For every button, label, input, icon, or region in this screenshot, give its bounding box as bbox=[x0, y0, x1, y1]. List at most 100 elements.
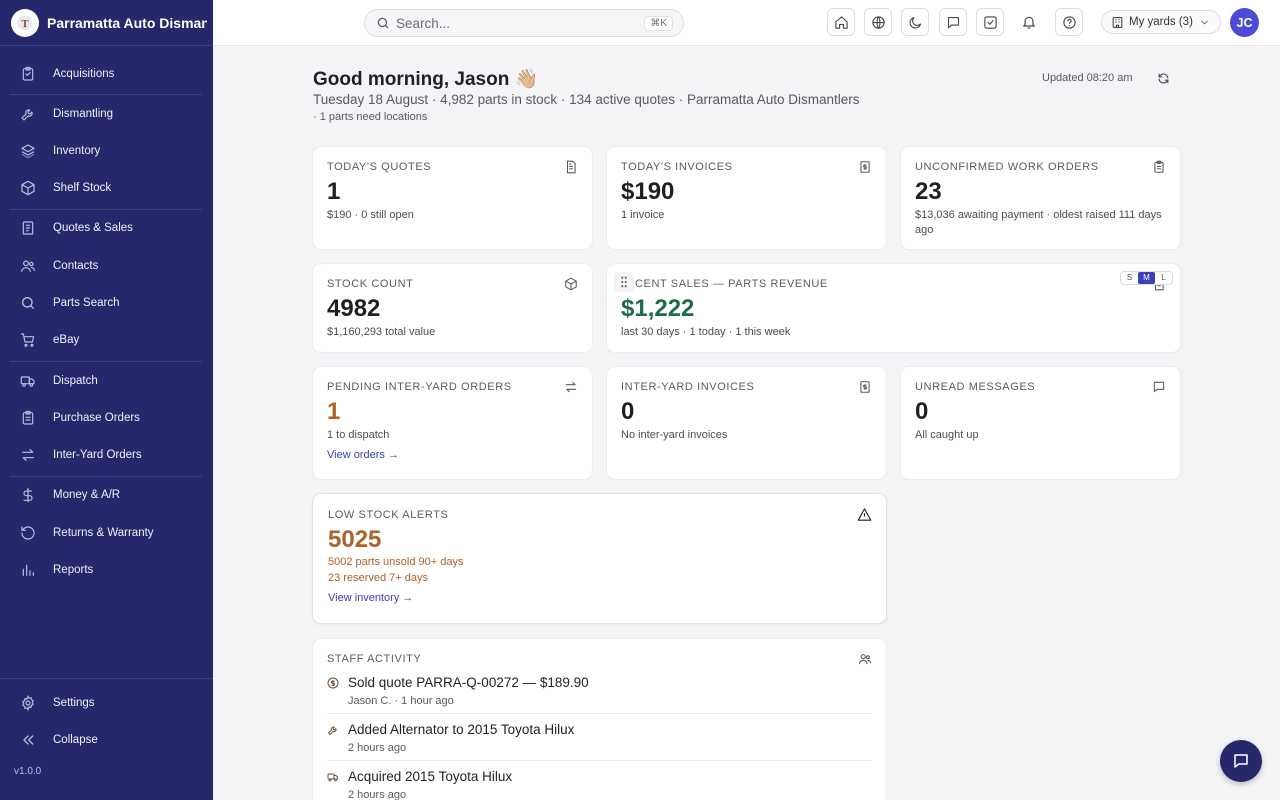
check-square-icon bbox=[983, 15, 998, 30]
sidebar-item-label: Purchase Orders bbox=[53, 412, 140, 424]
sidebar-item-settings[interactable]: Settings bbox=[10, 687, 202, 719]
messages-button[interactable] bbox=[939, 8, 967, 36]
sidebar-item-inventory[interactable]: Inventory bbox=[10, 135, 202, 167]
theme-toggle-button[interactable] bbox=[901, 8, 929, 36]
dollar-icon bbox=[20, 487, 36, 503]
card-size-toggle: S M L bbox=[1120, 271, 1173, 285]
search-input[interactable]: Search... ⌘K bbox=[364, 9, 684, 37]
drag-handle-icon bbox=[619, 276, 629, 288]
sidebar-item-purchase-orders[interactable]: Purchase Orders bbox=[10, 402, 202, 434]
sidebar-item-money-ar[interactable]: Money & A/R bbox=[10, 479, 202, 511]
card-value: 23 bbox=[915, 178, 942, 205]
swap-icon bbox=[564, 380, 578, 394]
list-item[interactable]: Acquired 2015 Toyota Hilux 2 hours ago bbox=[327, 769, 872, 800]
gear-icon bbox=[20, 695, 36, 711]
sidebar-item-label: Inventory bbox=[53, 145, 101, 157]
sidebar-item-quotes-sales[interactable]: Quotes & Sales bbox=[10, 212, 202, 244]
document-icon bbox=[564, 160, 578, 174]
card-inter-yard-invoices[interactable]: INTER-YARD INVOICES 0 No inter-yard invo… bbox=[607, 367, 886, 479]
sidebar-item-parts-search[interactable]: Parts Search bbox=[10, 287, 202, 319]
size-s-button[interactable]: S bbox=[1121, 272, 1138, 284]
bell-icon bbox=[1021, 14, 1037, 30]
card-value: 0 bbox=[915, 398, 929, 425]
receipt-icon bbox=[20, 220, 36, 236]
sidebar-item-returns-warranty[interactable]: Returns & Warranty bbox=[10, 517, 202, 549]
drag-handle[interactable] bbox=[614, 272, 634, 292]
notifications-button[interactable] bbox=[1015, 8, 1043, 36]
card-value: 4982 bbox=[327, 295, 381, 322]
nav-divider bbox=[10, 94, 202, 95]
card-subtext: 1 to dispatch bbox=[327, 429, 390, 441]
card-unread-messages[interactable]: UNREAD MESSAGES 0 All caught up bbox=[901, 367, 1180, 479]
chat-icon bbox=[1232, 752, 1250, 770]
box-icon bbox=[564, 277, 578, 291]
message-icon bbox=[946, 15, 961, 30]
size-m-button[interactable]: M bbox=[1138, 272, 1155, 284]
wrench-icon bbox=[327, 724, 339, 736]
card-subtext: All caught up bbox=[915, 429, 979, 441]
layers-icon bbox=[20, 143, 36, 159]
card-todays-invoices[interactable]: TODAY'S INVOICES $190 1 invoice bbox=[607, 147, 886, 249]
tasks-button[interactable] bbox=[976, 8, 1004, 36]
clipboard-icon bbox=[20, 66, 36, 82]
activity-title: Acquired 2015 Toyota Hilux bbox=[348, 769, 513, 784]
activity-title: Added Alternator to 2015 Toyota Hilux bbox=[348, 722, 575, 737]
sidebar-item-contacts[interactable]: Contacts bbox=[10, 250, 202, 282]
collapse-button[interactable]: Collapse bbox=[10, 724, 202, 756]
sidebar-item-reports[interactable]: Reports bbox=[10, 554, 202, 586]
sidebar-item-ebay[interactable]: eBay bbox=[10, 324, 202, 356]
card-staff-activity: STAFF ACTIVITY Sold quote PARRA-Q-00272 … bbox=[313, 639, 886, 800]
nav-divider bbox=[0, 678, 213, 679]
card-label: UNREAD MESSAGES bbox=[915, 381, 1036, 393]
help-button[interactable] bbox=[1055, 8, 1083, 36]
nav-divider bbox=[10, 476, 202, 477]
card-label: PENDING INTER-YARD ORDERS bbox=[327, 381, 512, 393]
moon-icon bbox=[908, 15, 923, 30]
card-pending-inter-yard-orders[interactable]: PENDING INTER-YARD ORDERS 1 1 to dispatc… bbox=[313, 367, 592, 479]
yards-selector[interactable]: My yards (3) bbox=[1101, 10, 1221, 34]
sidebar-item-label: Dismantling bbox=[53, 108, 114, 120]
page-subtitle-continued: · 1 parts need locations bbox=[313, 111, 428, 123]
card-low-stock-alerts[interactable]: LOW STOCK ALERTS 5025 5002 parts unsold … bbox=[313, 494, 886, 623]
card-subtext: 5002 parts unsold 90+ days bbox=[328, 556, 464, 568]
sidebar-item-dismantling[interactable]: Dismantling bbox=[10, 98, 202, 130]
card-stock-count[interactable]: STOCK COUNT 4982 $1,160,293 total value bbox=[313, 264, 592, 352]
building-icon bbox=[1111, 16, 1124, 29]
sidebar-item-inter-yard-orders[interactable]: Inter-Yard Orders bbox=[10, 439, 202, 471]
size-l-button[interactable]: L bbox=[1155, 272, 1172, 284]
card-todays-quotes[interactable]: TODAY'S QUOTES 1 $190 · 0 still open bbox=[313, 147, 592, 249]
app-version: v1.0.0 bbox=[14, 766, 42, 777]
updated-timestamp: Updated 08:20 am bbox=[1042, 72, 1133, 84]
sidebar-item-dispatch[interactable]: Dispatch bbox=[10, 365, 202, 397]
sidebar-item-label: Acquisitions bbox=[53, 68, 115, 80]
list-item[interactable]: Added Alternator to 2015 Toyota Hilux 2 … bbox=[327, 722, 872, 769]
brand[interactable]: T Parramatta Auto Dismantlers bbox=[0, 0, 213, 46]
card-recent-sales[interactable]: CENT SALES — PARTS REVENUE S M L $1,222 … bbox=[607, 264, 1180, 352]
view-inventory-link[interactable]: View inventory → bbox=[328, 592, 413, 604]
home-button[interactable] bbox=[827, 8, 855, 36]
view-orders-link[interactable]: View orders → bbox=[327, 449, 399, 461]
collapse-icon bbox=[20, 732, 36, 748]
search-placeholder: Search... bbox=[396, 15, 451, 31]
sidebar-item-label: Settings bbox=[53, 697, 95, 709]
card-subtext: $1,160,293 total value bbox=[327, 326, 436, 338]
card-value: $1,222 bbox=[621, 295, 695, 322]
sidebar-item-label: Contacts bbox=[53, 260, 99, 272]
card-value: 1 bbox=[327, 398, 341, 425]
search-icon bbox=[20, 295, 36, 311]
globe-button[interactable] bbox=[864, 8, 892, 36]
invoice-icon bbox=[858, 160, 872, 174]
refresh-icon[interactable] bbox=[1157, 72, 1170, 85]
chat-fab-button[interactable] bbox=[1220, 740, 1262, 782]
card-subtext: 1 invoice bbox=[621, 209, 665, 221]
avatar[interactable]: JC bbox=[1230, 8, 1259, 37]
card-unconfirmed-work-orders[interactable]: UNCONFIRMED WORK ORDERS 23 $13,036 await… bbox=[901, 147, 1180, 249]
card-label: INTER-YARD INVOICES bbox=[621, 381, 755, 393]
card-subtext: last 30 days · 1 today · 1 this week bbox=[621, 326, 791, 338]
list-item[interactable]: Sold quote PARRA-Q-00272 — $189.90 Jason… bbox=[327, 675, 872, 722]
dollar-circle-icon bbox=[327, 677, 339, 689]
clipboard-list-icon bbox=[20, 410, 36, 426]
card-label: CENT SALES — PARTS REVENUE bbox=[635, 278, 828, 290]
sidebar-item-shelf-stock[interactable]: Shelf Stock bbox=[10, 172, 202, 204]
sidebar-item-acquisitions[interactable]: Acquisitions bbox=[10, 58, 202, 90]
